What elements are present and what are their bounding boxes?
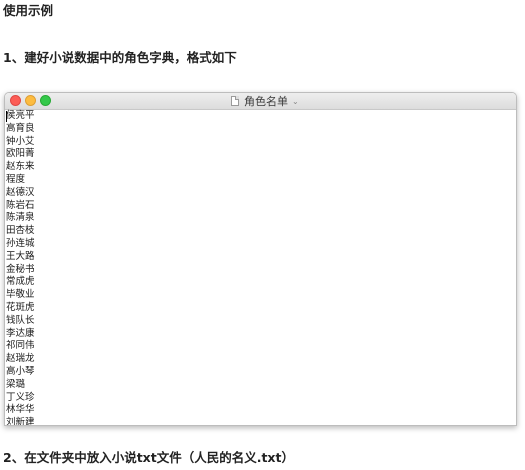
name-line: 赵东来 bbox=[6, 161, 35, 173]
name-line: 李达康 bbox=[6, 327, 35, 339]
name-line: 陈清泉 bbox=[6, 212, 35, 224]
name-line: 高育良 bbox=[6, 122, 35, 134]
name-line: 欧阳菁 bbox=[6, 148, 35, 160]
maximize-window-button[interactable] bbox=[40, 95, 51, 106]
minimize-window-button[interactable] bbox=[25, 95, 36, 106]
name-line: 孙连城 bbox=[6, 237, 35, 249]
name-line: 高小琴 bbox=[6, 365, 35, 377]
step2-instruction: 2、在文件夹中放入小说txt文件（人民的名义.txt） bbox=[3, 450, 294, 465]
window-title-group[interactable]: 角色名单 ⌄ bbox=[231, 94, 299, 108]
name-line: 田杏枝 bbox=[6, 225, 35, 237]
name-line: 刘新建 bbox=[6, 417, 35, 426]
window-titlebar[interactable]: 角色名单 ⌄ bbox=[5, 93, 516, 110]
name-line: 钱队长 bbox=[6, 314, 35, 326]
name-line: 程度 bbox=[6, 173, 26, 185]
character-name-list: 侯亮平 高育良 钟小艾 欧阳菁 赵东来 程度 赵德汉 陈岩石 陈清泉 田杏枝 孙连城 王大路 金秘书 常成… bbox=[6, 110, 35, 426]
name-line: 侯亮平 bbox=[6, 110, 35, 121]
name-line: 毕敬业 bbox=[6, 289, 35, 301]
name-line: 钟小艾 bbox=[6, 135, 35, 147]
name-line: 丁义珍 bbox=[6, 391, 35, 403]
name-line: 花斑虎 bbox=[6, 301, 35, 313]
name-line: 赵瑞龙 bbox=[6, 353, 35, 365]
name-line: 金秘书 bbox=[6, 263, 35, 275]
close-window-button[interactable] bbox=[10, 95, 21, 106]
name-line: 陈岩石 bbox=[6, 199, 35, 211]
section-heading-usage: 使用示例 bbox=[3, 3, 54, 18]
name-line: 常成虎 bbox=[6, 276, 35, 288]
name-line: 祁同伟 bbox=[6, 340, 35, 352]
step1-instruction: 1、建好小说数据中的角色字典，格式如下 bbox=[3, 50, 237, 65]
window-title: 角色名单 bbox=[244, 95, 288, 108]
text-editor-content[interactable]: 侯亮平 高育良 钟小艾 欧阳菁 赵东来 程度 赵德汉 陈岩石 陈清泉 田杏枝 孙连城 王大路 金秘书 常成… bbox=[5, 110, 516, 425]
name-line: 王大路 bbox=[6, 250, 35, 262]
chevron-down-icon[interactable]: ⌄ bbox=[292, 97, 299, 106]
text-editor-window: 角色名单 ⌄ 侯亮平 高育良 钟小艾 欧阳菁 赵东来 程度 赵德汉 陈岩石 陈清泉 田杏枝 孙连城王… bbox=[4, 92, 517, 426]
name-line: 赵德汉 bbox=[6, 186, 35, 198]
name-line: 梁璐 bbox=[6, 378, 26, 390]
name-line: 林华华 bbox=[6, 404, 35, 416]
document-icon bbox=[231, 96, 239, 106]
